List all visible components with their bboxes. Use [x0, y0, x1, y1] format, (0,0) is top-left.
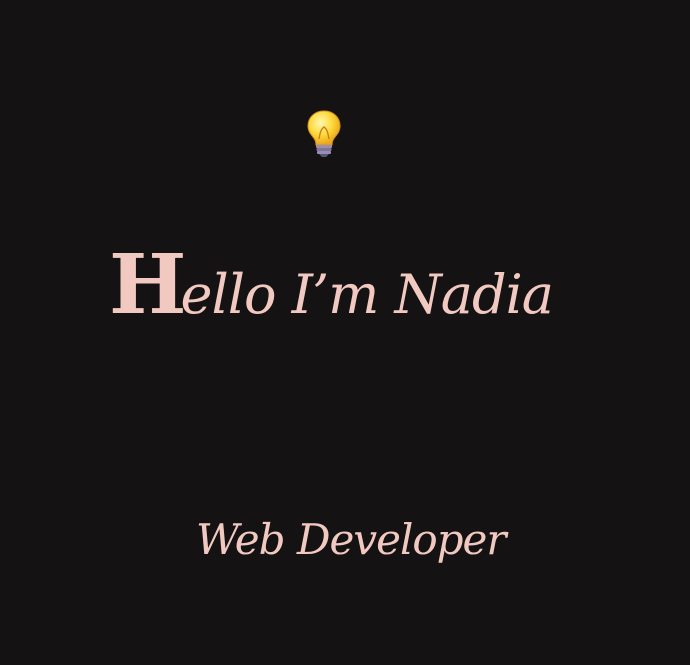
hero-subtitle: Web Developer [196, 515, 507, 564]
hero-heading: Hello I’m Nadia [109, 244, 569, 334]
lightbulb-graphic [307, 110, 341, 157]
page: Hello I’m Nadia Web Developer [0, 0, 690, 665]
hero-heading-text: ello I’m Nadia [180, 263, 554, 326]
lightbulb-icon[interactable] [306, 109, 342, 159]
hero-heading-initial: H [109, 237, 186, 333]
